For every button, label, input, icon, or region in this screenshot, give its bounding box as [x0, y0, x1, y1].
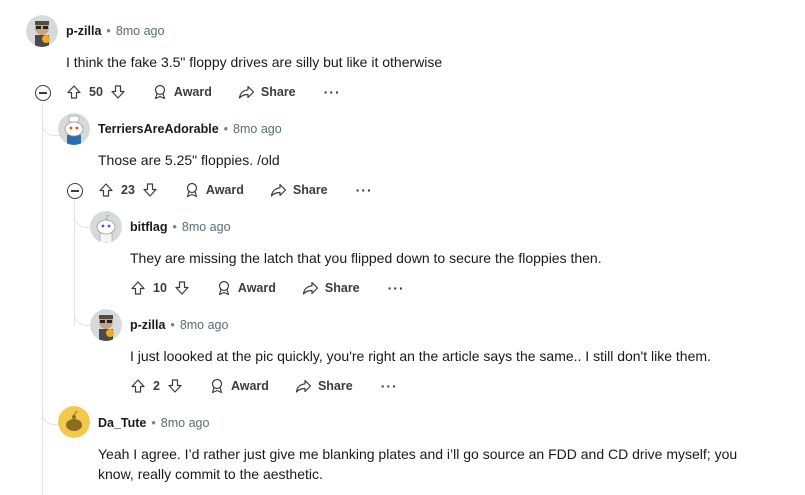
- username-link[interactable]: Da_Tute: [98, 416, 146, 430]
- avatar[interactable]: [90, 211, 122, 243]
- upvote-button[interactable]: [98, 182, 114, 198]
- comment-body: I just loooked at the pic quickly, you'r…: [130, 348, 711, 364]
- share-icon: [302, 281, 318, 295]
- comment-body: Those are 5.25" floppies. /old: [98, 152, 280, 168]
- meta-separator: •: [151, 416, 156, 430]
- vote-count: 2: [153, 379, 160, 393]
- share-button[interactable]: Share: [270, 182, 328, 198]
- award-icon: [154, 84, 166, 100]
- p-zilla-avatar-icon: [90, 309, 122, 341]
- comment-actions: 2 Award Share ···: [130, 375, 398, 397]
- comment-actions: 50 Award Share ···: [66, 81, 341, 103]
- share-label: Share: [317, 379, 353, 393]
- more-options-button[interactable]: ···: [381, 378, 398, 394]
- comment-actions: 10 Award Share ···: [130, 277, 405, 299]
- username-link[interactable]: p-zilla: [130, 318, 165, 332]
- comment-meta: p-zilla • 8mo ago: [130, 318, 228, 332]
- timestamp-link[interactable]: 8mo ago: [161, 416, 210, 430]
- comment-body: I think the fake 3.5" floppy drives are …: [66, 54, 443, 70]
- meta-separator: •: [172, 220, 177, 234]
- comment-body: They are missing the latch that you flip…: [130, 250, 602, 266]
- share-label: Share: [292, 183, 328, 197]
- vote-count: 10: [153, 281, 167, 295]
- award-icon: [186, 182, 198, 198]
- bitflag-avatar-icon: [90, 211, 122, 243]
- award-button[interactable]: Award: [209, 378, 269, 394]
- downvote-arrow-icon: [168, 379, 182, 393]
- share-label: Share: [324, 281, 360, 295]
- da-tute-avatar-icon: [58, 406, 90, 438]
- avatar[interactable]: [58, 113, 90, 145]
- downvote-button[interactable]: [167, 378, 183, 394]
- avatar[interactable]: [26, 15, 58, 47]
- terriers-avatar-icon: [58, 113, 90, 145]
- award-label: Award: [173, 85, 212, 99]
- more-options-button[interactable]: ···: [324, 84, 341, 100]
- timestamp-link[interactable]: 8mo ago: [182, 220, 231, 234]
- meta-separator: •: [223, 122, 229, 136]
- username-link[interactable]: bitflag: [130, 220, 168, 234]
- upvote-button[interactable]: [130, 280, 146, 296]
- comment-actions: 23 Award Share ···: [98, 179, 373, 201]
- comment-meta: bitflag • 8mo ago: [130, 220, 231, 234]
- downvote-arrow-icon: [143, 183, 157, 197]
- award-label: Award: [237, 281, 276, 295]
- award-button[interactable]: Award: [216, 280, 276, 296]
- meta-separator: •: [170, 318, 175, 332]
- share-button[interactable]: Share: [302, 280, 360, 296]
- share-label: Share: [260, 85, 296, 99]
- vote-count: 23: [121, 183, 135, 197]
- upvote-button[interactable]: [66, 84, 82, 100]
- award-icon: [218, 280, 230, 296]
- comment-meta: Da_Tute • 8mo ago: [98, 416, 209, 430]
- more-options-button[interactable]: ···: [388, 280, 405, 296]
- comment-body: Yeah I agree. I’d rather just give me bl…: [98, 446, 738, 482]
- share-icon: [238, 85, 254, 99]
- downvote-arrow-icon: [175, 281, 189, 295]
- upvote-arrow-icon: [131, 281, 145, 295]
- award-label: Award: [205, 183, 244, 197]
- share-icon: [270, 183, 286, 197]
- share-button[interactable]: Share: [295, 378, 353, 394]
- username-link[interactable]: TerriersAreAdorable: [98, 122, 219, 136]
- award-button[interactable]: Award: [184, 182, 244, 198]
- upvote-button[interactable]: [130, 378, 146, 394]
- award-button[interactable]: Award: [152, 84, 212, 100]
- collapse-thread-button[interactable]: [35, 85, 51, 101]
- upvote-arrow-icon: [99, 183, 113, 197]
- upvote-arrow-icon: [131, 379, 145, 393]
- downvote-button[interactable]: [142, 182, 158, 198]
- share-button[interactable]: Share: [238, 84, 296, 100]
- meta-separator: •: [106, 24, 111, 38]
- timestamp-link[interactable]: 8mo ago: [180, 318, 229, 332]
- comment-meta: TerriersAreAdorable • 8mo ago: [98, 122, 282, 136]
- downvote-button[interactable]: [174, 280, 190, 296]
- timestamp-link[interactable]: 8mo ago: [233, 122, 282, 136]
- award-label: Award: [230, 379, 269, 393]
- avatar[interactable]: [58, 406, 90, 438]
- avatar[interactable]: [90, 309, 122, 341]
- vote-count: 50: [89, 85, 103, 99]
- award-icon: [211, 378, 223, 394]
- username-link[interactable]: p-zilla: [66, 24, 101, 38]
- p-zilla-avatar-icon: [26, 15, 58, 47]
- thread-line-root: [42, 102, 43, 495]
- more-options-button[interactable]: ···: [356, 182, 373, 198]
- downvote-button[interactable]: [110, 84, 126, 100]
- downvote-arrow-icon: [111, 85, 125, 99]
- collapse-thread-button[interactable]: [67, 183, 83, 199]
- share-icon: [295, 379, 312, 393]
- timestamp-link[interactable]: 8mo ago: [116, 24, 165, 38]
- comment-meta: p-zilla • 8mo ago: [66, 24, 164, 38]
- upvote-arrow-icon: [67, 85, 81, 99]
